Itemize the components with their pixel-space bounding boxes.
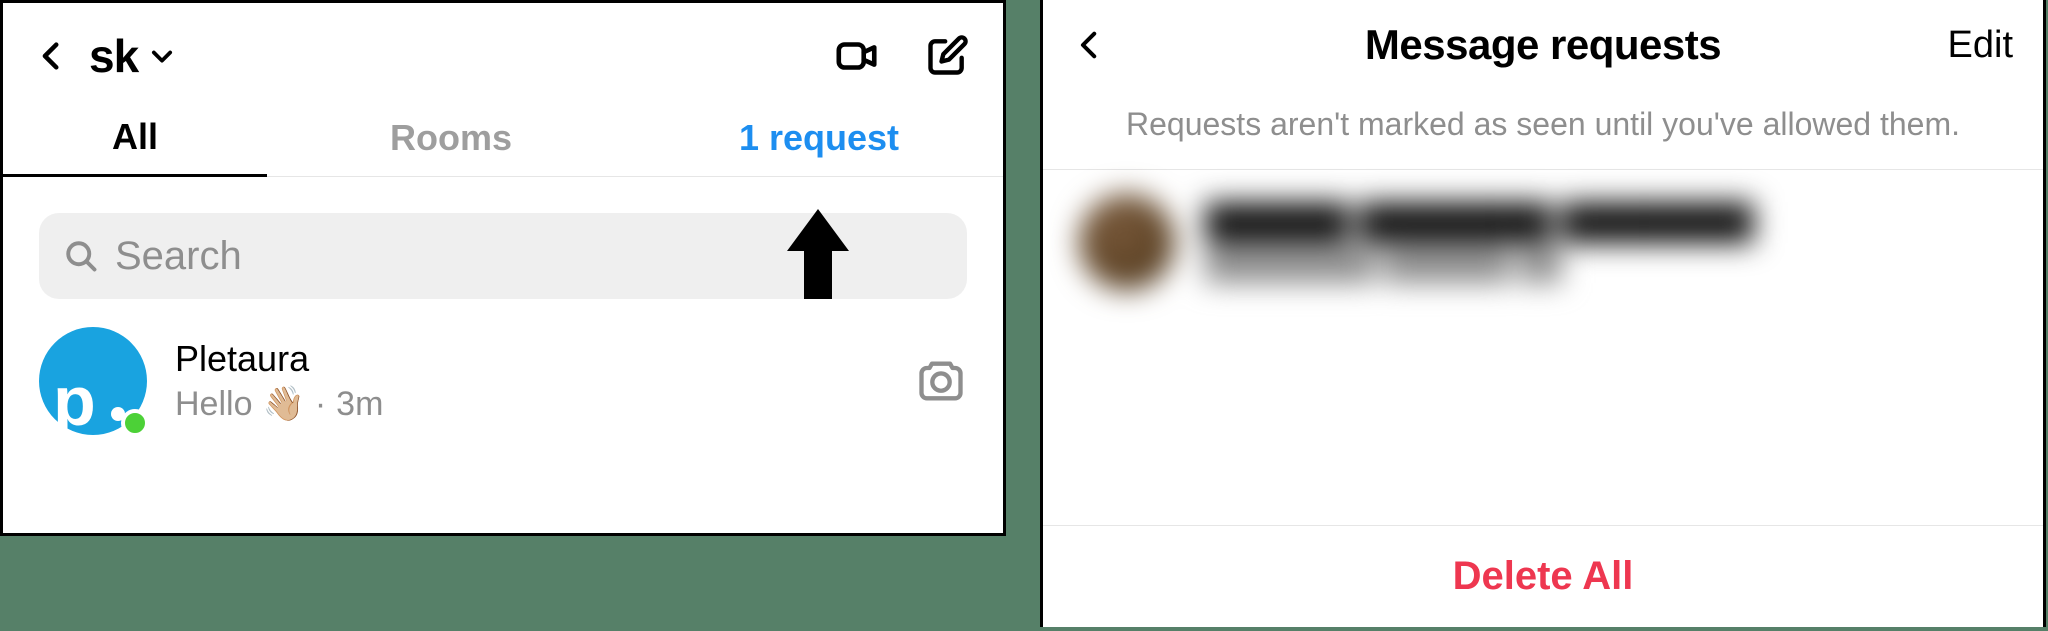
search-placeholder: Search (115, 234, 242, 279)
inbox-tabs: All Rooms 1 request (3, 99, 1003, 177)
tab-all[interactable]: All (3, 99, 267, 177)
message-requests-screen: Message requests Edit Requests aren't ma… (1040, 0, 2046, 627)
page-title: Message requests (1173, 21, 1913, 69)
account-switcher-label[interactable]: sk (89, 29, 138, 83)
dm-inbox-screen: sk All Rooms 1 request Search (0, 0, 1006, 536)
tab-rooms[interactable]: Rooms (267, 99, 635, 176)
annotation-arrow-icon (787, 209, 849, 299)
preview-separator: · (315, 385, 326, 424)
tab-requests[interactable]: 1 request (635, 99, 1003, 176)
avatar: p (39, 327, 147, 435)
request-row[interactable]: ██████ ████████ ████████ ████████ ██████… (1043, 170, 2043, 314)
edit-button[interactable]: Edit (1913, 24, 2013, 67)
request-name: ██████ ████████ ████████ (1205, 203, 2007, 242)
request-preview: ████████ ██████ ██ (1205, 248, 2007, 282)
conversation-text: Pletaura Hello 👋🏼 · 3m (175, 338, 915, 424)
back-icon[interactable] (1073, 28, 1173, 62)
presence-indicator-icon (121, 409, 149, 437)
back-icon[interactable] (33, 37, 71, 75)
preview-time: 3m (336, 385, 383, 424)
search-icon (63, 238, 99, 274)
requests-header: Message requests Edit (1043, 0, 2043, 86)
preview-text: Hello (175, 385, 252, 424)
chevron-down-icon[interactable] (148, 42, 176, 70)
delete-all-button[interactable]: Delete All (1043, 525, 2043, 627)
requests-note: Requests aren't marked as seen until you… (1043, 86, 2043, 170)
request-text: ██████ ████████ ████████ ████████ ██████… (1205, 203, 2007, 282)
wave-emoji-icon: 👋🏼 (262, 384, 304, 424)
conversation-row[interactable]: p Pletaura Hello 👋🏼 · 3m (3, 299, 1003, 463)
avatar-initial: p (53, 361, 96, 441)
compose-icon[interactable] (921, 30, 973, 82)
avatar (1079, 194, 1175, 290)
inbox-header: sk (3, 3, 1003, 99)
conversation-name: Pletaura (175, 338, 915, 380)
video-call-icon[interactable] (831, 30, 883, 82)
camera-icon[interactable] (915, 355, 967, 407)
conversation-preview: Hello 👋🏼 · 3m (175, 384, 915, 424)
